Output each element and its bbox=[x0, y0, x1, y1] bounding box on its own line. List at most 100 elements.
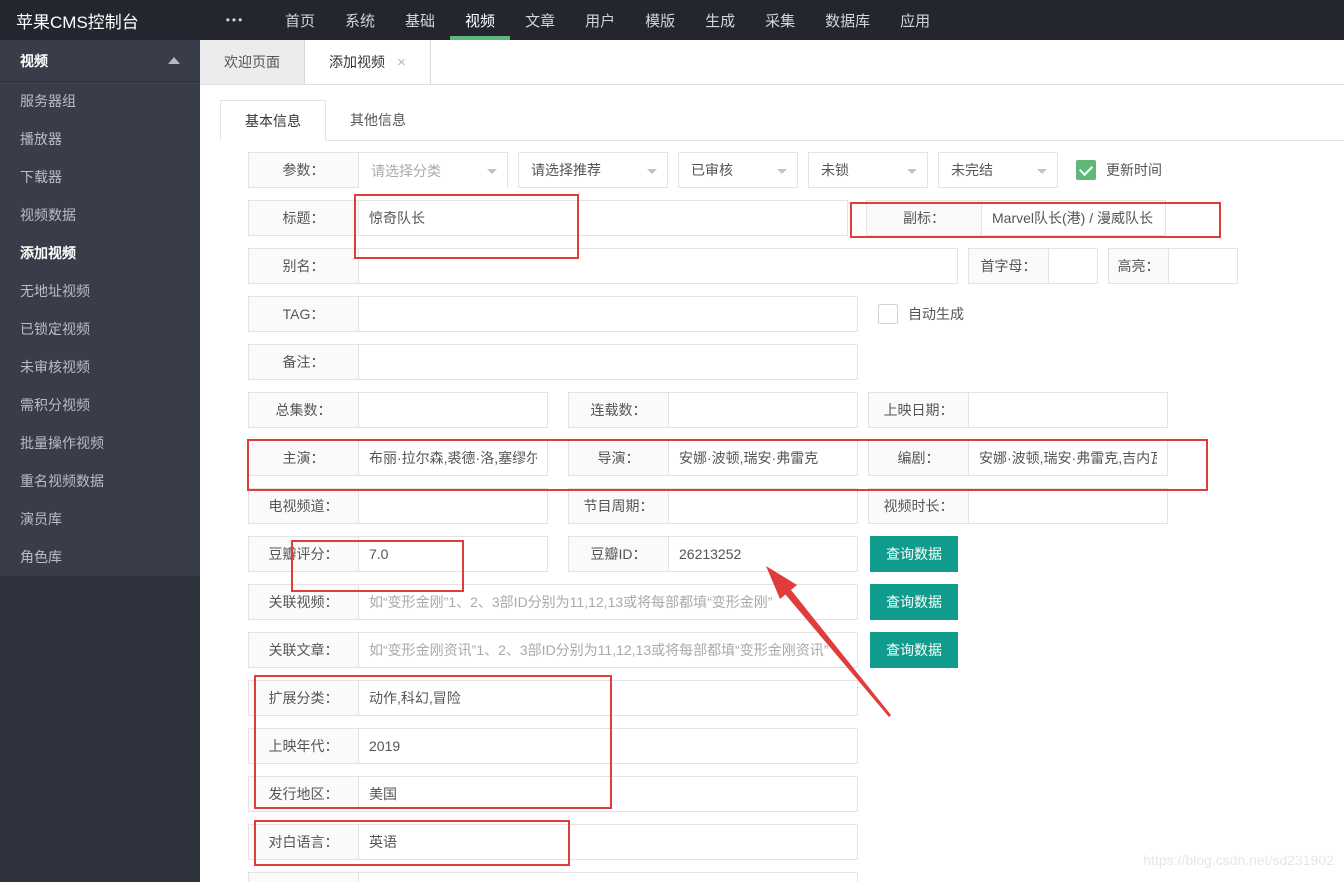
sidebar-item-actor-library[interactable]: 演员库 bbox=[0, 500, 200, 538]
remark-label: 备注： bbox=[249, 345, 359, 379]
highlight-input[interactable] bbox=[1169, 249, 1237, 283]
row-dialogue-language: 对白语言： bbox=[248, 824, 1344, 860]
lock-status-select[interactable]: 未锁 bbox=[808, 152, 928, 188]
close-icon[interactable]: × bbox=[397, 54, 406, 71]
sidebar-item-points-video[interactable]: 需积分视频 bbox=[0, 386, 200, 424]
video-duration-input[interactable] bbox=[969, 489, 1167, 523]
douban-score-label: 豆瓣评分： bbox=[249, 537, 359, 571]
screenwriter-input[interactable] bbox=[969, 441, 1167, 475]
release-year-input[interactable] bbox=[359, 729, 857, 763]
tv-channel-input[interactable] bbox=[359, 489, 547, 523]
director-input[interactable] bbox=[669, 441, 857, 475]
nav-item-article[interactable]: 文章 bbox=[510, 0, 570, 40]
related-video-label: 关联视频： bbox=[249, 585, 359, 619]
row-alias: 别名： 首字母： 高亮： bbox=[248, 248, 1344, 284]
page-tabbar: 欢迎页面 添加视频 × bbox=[200, 40, 1344, 85]
tag-input[interactable] bbox=[359, 297, 857, 331]
first-letter-input[interactable] bbox=[1049, 249, 1097, 283]
subtitle-label: 副标： bbox=[867, 201, 982, 235]
douban-id-input[interactable] bbox=[669, 537, 857, 571]
row-release-year: 上映年代： bbox=[248, 728, 1344, 764]
douban-score-input[interactable] bbox=[359, 537, 547, 571]
nav-item-collect[interactable]: 采集 bbox=[750, 0, 810, 40]
title-input[interactable] bbox=[359, 201, 847, 235]
update-time-checkbox[interactable] bbox=[1076, 160, 1096, 180]
release-date-input[interactable] bbox=[969, 393, 1167, 427]
tv-channel-label: 电视频道： bbox=[249, 489, 359, 523]
douban-id-label: 豆瓣ID： bbox=[569, 537, 669, 571]
nav-more-icon[interactable]: ••• bbox=[200, 0, 270, 40]
title-label: 标题： bbox=[249, 201, 359, 235]
nav-item-home[interactable]: 首页 bbox=[270, 0, 330, 40]
nav-item-user[interactable]: 用户 bbox=[570, 0, 630, 40]
tab-basic-info[interactable]: 基本信息 bbox=[220, 100, 326, 141]
row-partial bbox=[248, 872, 1344, 882]
total-episodes-input[interactable] bbox=[359, 393, 547, 427]
sidebar-item-role-library[interactable]: 角色库 bbox=[0, 538, 200, 576]
program-cycle-input[interactable] bbox=[669, 489, 857, 523]
sidebar-item-no-url-video[interactable]: 无地址视频 bbox=[0, 272, 200, 310]
release-date-label: 上映日期： bbox=[869, 393, 969, 427]
recommend-select[interactable]: 请选择推荐 bbox=[518, 152, 668, 188]
nav-item-generate[interactable]: 生成 bbox=[690, 0, 750, 40]
related-article-input[interactable] bbox=[359, 633, 857, 667]
auto-generate-label: 自动生成 bbox=[908, 304, 964, 324]
update-time-label: 更新时间 bbox=[1106, 160, 1162, 180]
remark-input[interactable] bbox=[359, 345, 857, 379]
sidebar: 视频 服务器组 播放器 下载器 视频数据 添加视频 无地址视频 已锁定视频 未审… bbox=[0, 40, 200, 882]
tab-add-video[interactable]: 添加视频 × bbox=[305, 40, 431, 84]
auto-generate-checkbox[interactable] bbox=[878, 304, 898, 324]
sidebar-item-video-data[interactable]: 视频数据 bbox=[0, 196, 200, 234]
sidebar-item-unreviewed-video[interactable]: 未审核视频 bbox=[0, 348, 200, 386]
nav-item-database[interactable]: 数据库 bbox=[810, 0, 885, 40]
subtitle-input[interactable] bbox=[982, 201, 1165, 235]
chevron-down-icon bbox=[647, 169, 657, 174]
nav-item-app[interactable]: 应用 bbox=[885, 0, 945, 40]
related-video-input[interactable] bbox=[359, 585, 857, 619]
query-douban-button[interactable]: 查询数据 bbox=[870, 536, 958, 572]
chevron-down-icon bbox=[487, 169, 497, 174]
nav-item-system[interactable]: 系统 bbox=[330, 0, 390, 40]
serial-number-label: 连载数： bbox=[569, 393, 669, 427]
video-duration-label: 视频时长： bbox=[869, 489, 969, 523]
nav-item-video[interactable]: 视频 bbox=[450, 0, 510, 40]
sidebar-item-locked-video[interactable]: 已锁定视频 bbox=[0, 310, 200, 348]
starring-label: 主演： bbox=[249, 441, 359, 475]
serial-number-input[interactable] bbox=[669, 393, 857, 427]
chevron-up-icon bbox=[168, 57, 180, 64]
sidebar-group-video[interactable]: 视频 bbox=[0, 40, 200, 82]
sidebar-item-downloader[interactable]: 下载器 bbox=[0, 158, 200, 196]
sidebar-item-player[interactable]: 播放器 bbox=[0, 120, 200, 158]
sidebar-item-server-group[interactable]: 服务器组 bbox=[0, 82, 200, 120]
sidebar-item-add-video[interactable]: 添加视频 bbox=[0, 234, 200, 272]
complete-status-select[interactable]: 未完结 bbox=[938, 152, 1058, 188]
ext-category-label: 扩展分类： bbox=[249, 681, 359, 715]
release-region-input[interactable] bbox=[359, 777, 857, 811]
chevron-down-icon bbox=[777, 169, 787, 174]
review-status-select[interactable]: 已审核 bbox=[678, 152, 798, 188]
program-cycle-label: 节目周期： bbox=[569, 489, 669, 523]
starring-input[interactable] bbox=[359, 441, 547, 475]
dialogue-language-input[interactable] bbox=[359, 825, 857, 859]
sidebar-item-batch-video[interactable]: 批量操作视频 bbox=[0, 424, 200, 462]
app-window: 苹果CMS控制台 ••• 首页 系统 基础 视频 文章 用户 模版 生成 采集 … bbox=[0, 0, 1344, 882]
dialogue-language-label: 对白语言： bbox=[249, 825, 359, 859]
category-select[interactable]: 请选择分类 bbox=[359, 153, 507, 189]
tab-welcome-page[interactable]: 欢迎页面 bbox=[200, 40, 305, 84]
nav-item-template[interactable]: 模版 bbox=[630, 0, 690, 40]
chevron-down-icon bbox=[1037, 169, 1047, 174]
total-episodes-label: 总集数： bbox=[249, 393, 359, 427]
row-release-region: 发行地区： bbox=[248, 776, 1344, 812]
tab-other-info[interactable]: 其他信息 bbox=[326, 100, 430, 140]
row-tag: TAG： 自动生成 bbox=[248, 296, 1344, 332]
partial-input[interactable] bbox=[359, 873, 857, 882]
ext-category-input[interactable] bbox=[359, 681, 857, 715]
query-related-video-button[interactable]: 查询数据 bbox=[870, 584, 958, 620]
row-douban: 豆瓣评分： 豆瓣ID： 查询数据 bbox=[248, 536, 1344, 572]
nav-item-basic[interactable]: 基础 bbox=[390, 0, 450, 40]
query-related-article-button[interactable]: 查询数据 bbox=[870, 632, 958, 668]
alias-input[interactable] bbox=[359, 249, 957, 283]
alias-label: 别名： bbox=[249, 249, 359, 283]
row-remark: 备注： bbox=[248, 344, 1344, 380]
sidebar-item-duplicate-video[interactable]: 重名视频数据 bbox=[0, 462, 200, 500]
